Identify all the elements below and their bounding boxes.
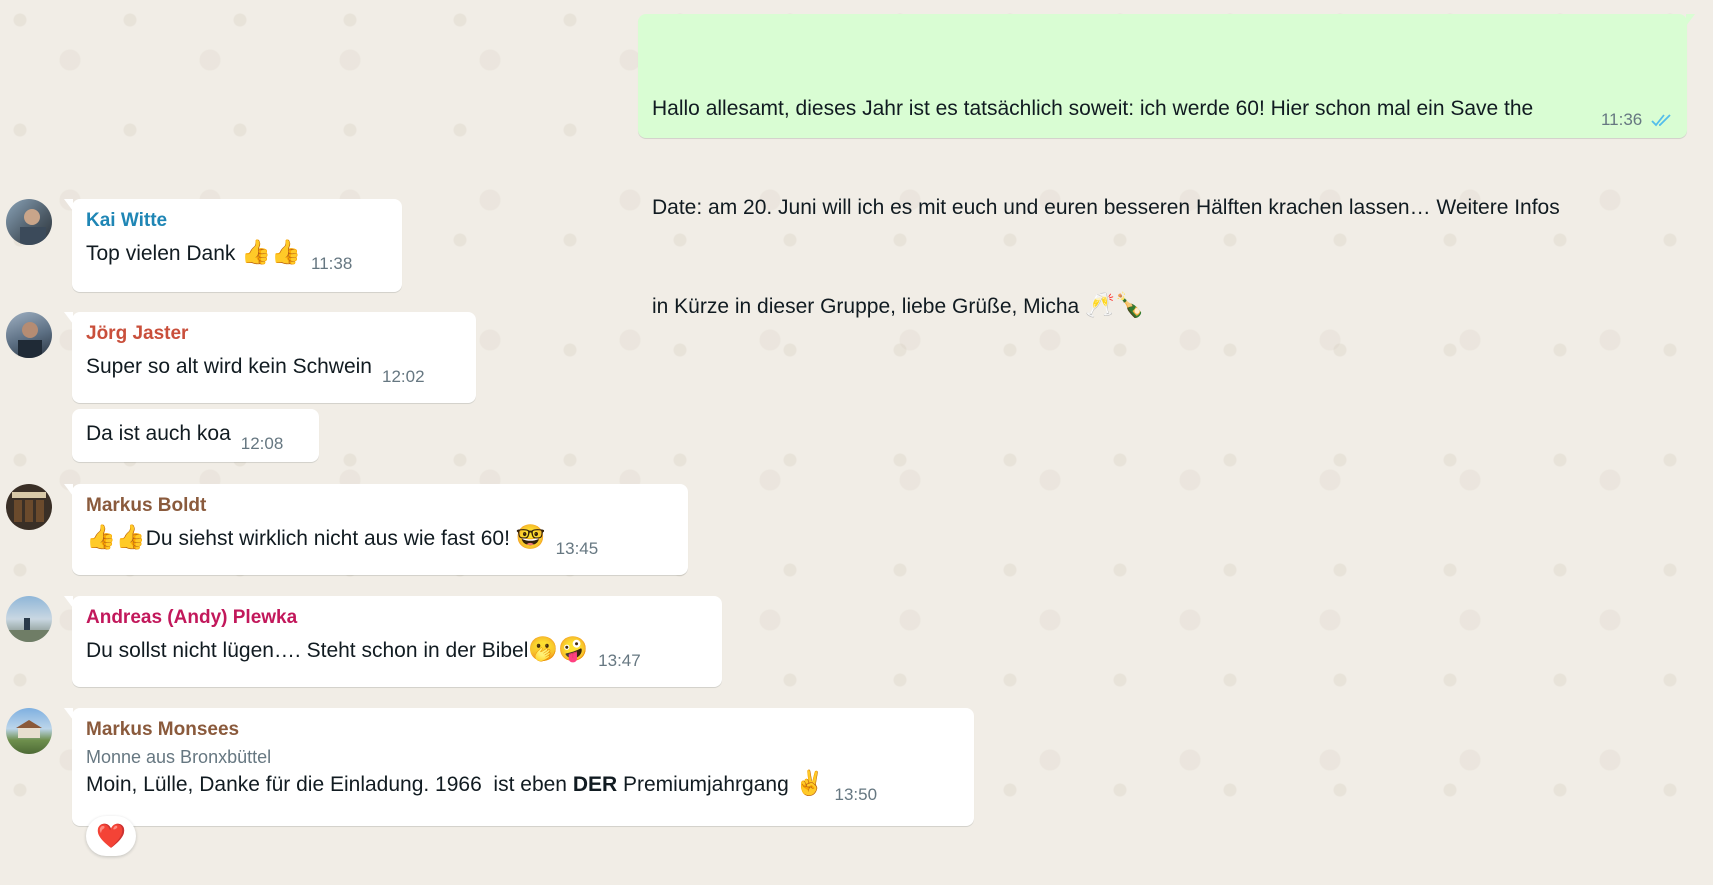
hand-over-mouth-emoji: 🫢🤪 [528,635,589,663]
sender-name[interactable]: Markus Monsees [86,718,960,742]
incoming-message-bubble[interactable]: Da ist auch koa 12:08 [72,409,319,462]
message-time: 11:36 [1600,110,1643,129]
message-body: Super so alt wird kein Schwein [86,355,372,378]
message-body: Premiumjahrgang [617,773,789,796]
sender-name[interactable]: Andreas (Andy) Plewka [86,606,708,630]
thumbs-up-emoji: 👍👍 [241,238,302,266]
message-body: Da ist auch koa [86,422,231,445]
sender-name[interactable]: Markus Boldt [86,494,674,518]
message-text: Da ist auch koa 12:08 [86,417,305,460]
message-bold-text: DER [572,773,618,796]
avatar[interactable] [6,312,52,358]
message-body: Moin, Lülle, Danke für die Einladung. 19… [86,773,573,796]
avatar[interactable] [6,484,52,530]
message-body: Du siehst wirklich nicht aus wie fast 60… [145,527,510,550]
incoming-message-bubble[interactable]: Jörg Jaster Super so alt wird kein Schwe… [64,312,476,403]
message-text: Top vielen Dank 👍👍 11:38 [86,237,388,280]
reaction-emoji: ❤️ [96,822,126,850]
message-time: 12:08 [240,434,284,453]
double-check-read-icon [1651,112,1673,132]
message-text: Hallo allesamt, dieses Jahr ist es tatsä… [652,26,1673,389]
message-text: 👍👍Du siehst wirklich nicht aus wie fast … [86,522,674,565]
sender-about: Monne aus Bronxbüttel [86,747,272,767]
thumbs-up-emoji: 👍👍 [86,523,146,551]
avatar[interactable] [6,708,52,754]
incoming-message-bubble[interactable]: Markus Monsees Monne aus Bronxbüttel Moi… [64,708,974,826]
reaction-heart-icon[interactable]: ❤️ [86,816,136,856]
message-time: 11:38 [311,254,353,273]
message-line-text: in Kürze in dieser Gruppe, liebe Grüße, … [652,295,1080,318]
incoming-message-bubble[interactable]: Kai Witte Top vielen Dank 👍👍 11:38 [64,199,402,292]
incoming-message-bubble[interactable]: Andreas (Andy) Plewka Du sollst nicht lü… [64,596,722,687]
incoming-message-bubble[interactable]: Markus Boldt 👍👍Du siehst wirklich nicht … [64,484,688,575]
sender-name[interactable]: Jörg Jaster [86,322,462,346]
nerd-face-emoji: 🤓 [515,523,546,551]
champagne-emoji: 🥂🍾 [1085,291,1145,319]
message-time: 13:47 [598,651,641,670]
message-text: Moin, Lülle, Danke für die Einladung. 19… [86,768,960,811]
outgoing-message-bubble[interactable]: Hallo allesamt, dieses Jahr ist es tatsä… [638,14,1695,318]
message-body: Top vielen Dank [86,242,236,265]
message-time: 13:50 [834,785,878,804]
avatar[interactable] [6,199,52,245]
victory-hand-emoji: ✌️ [794,769,825,797]
message-line: Hallo allesamt, dieses Jahr ist es tatsä… [652,97,1534,120]
message-line: Date: am 20. Juni will ich es mit euch u… [652,196,1560,219]
message-text: Super so alt wird kein Schwein 12:02 [86,350,462,393]
message-body: Du sollst nicht lügen…. Steht schon in d… [86,639,529,662]
message-text: Du sollst nicht lügen…. Steht schon in d… [86,634,708,677]
message-time: 12:02 [381,367,425,386]
message-meta: 11:36 [1601,110,1673,132]
message-line: in Kürze in dieser Gruppe, liebe Grüße, … [652,290,1673,323]
message-time: 13:45 [555,539,599,558]
chat-message-list[interactable]: Hallo allesamt, dieses Jahr ist es tatsä… [0,0,1713,885]
avatar[interactable] [6,596,52,642]
sender-name[interactable]: Kai Witte [86,209,388,233]
